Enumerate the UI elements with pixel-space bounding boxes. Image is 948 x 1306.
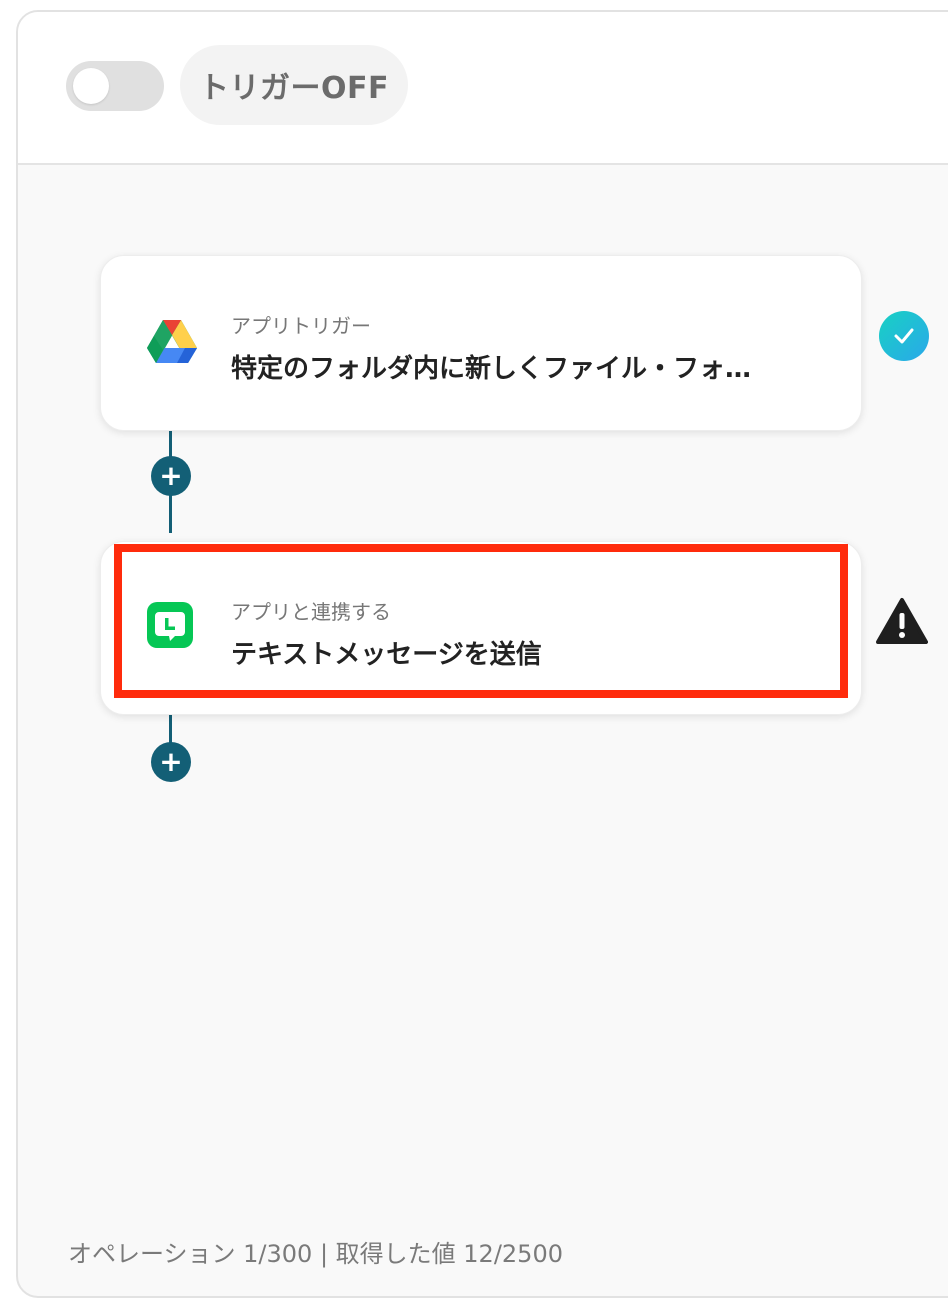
trigger-toggle[interactable] <box>66 61 164 111</box>
flow-canvas: + + アプリトリガー 特定のフォルダ内に新しくファイル・フォ… アプリと連携す… <box>18 167 948 1296</box>
add-step-button[interactable]: + <box>151 742 191 782</box>
toggle-knob <box>73 68 109 104</box>
check-circle-icon <box>879 311 929 361</box>
check-icon <box>894 328 914 344</box>
usage-counter: オペレーション 1/300 | 取得した値 12/2500 <box>68 1240 563 1268</box>
google-drive-icon <box>147 320 197 363</box>
highlight-frame <box>114 544 848 698</box>
flow-editor-panel: トリガーOFF + + アプリトリガー 特定のフォルダ内に新しくファイル・フォ… <box>16 10 948 1298</box>
add-step-button[interactable]: + <box>151 456 191 496</box>
step-subtitle: アプリトリガー <box>231 314 371 338</box>
header-bar: トリガーOFF <box>18 12 948 165</box>
trigger-status-label: トリガーOFF <box>180 45 408 125</box>
step-card-trigger[interactable]: アプリトリガー 特定のフォルダ内に新しくファイル・フォ… <box>100 255 862 431</box>
warning-icon <box>876 598 928 644</box>
step-title: 特定のフォルダ内に新しくファイル・フォ… <box>231 354 752 384</box>
